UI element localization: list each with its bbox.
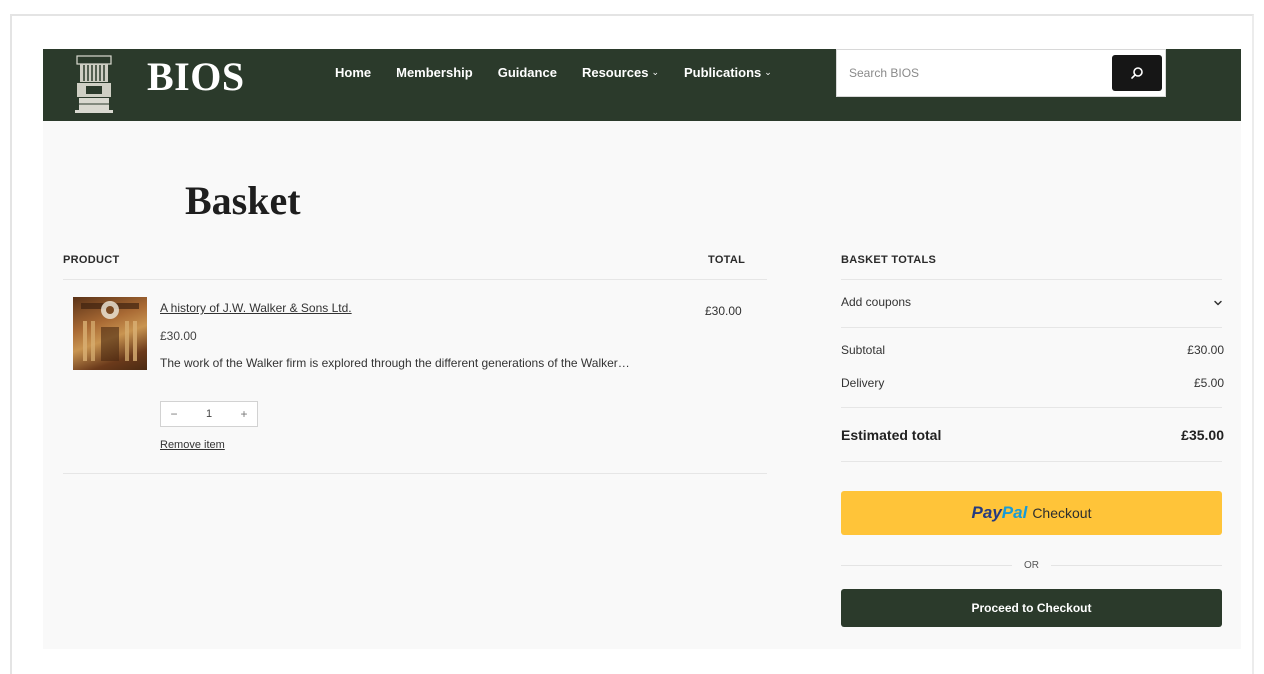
quantity-stepper: − 1 +: [160, 401, 258, 427]
divider: [63, 279, 767, 280]
proceed-to-checkout-button[interactable]: Proceed to Checkout: [841, 589, 1222, 627]
product-name-link[interactable]: A history of J.W. Walker & Sons Ltd.: [160, 301, 352, 315]
nav-membership-label: Membership: [396, 65, 473, 80]
add-coupons-label: Add coupons: [841, 295, 912, 309]
paypal-checkout-label: Checkout: [1032, 505, 1092, 521]
site-header: BIOS Home Membership Guidance Resources …: [43, 49, 1241, 121]
add-coupons-toggle[interactable]: Add coupons: [841, 295, 1224, 309]
quantity-value[interactable]: 1: [187, 408, 231, 420]
search-button[interactable]: [1112, 55, 1162, 91]
quantity-increase-button[interactable]: +: [231, 407, 257, 421]
remove-item-link[interactable]: Remove item: [160, 439, 225, 451]
subtotal-label: Subtotal: [841, 343, 886, 357]
basket-totals-heading: BASKET TOTALS: [841, 254, 937, 266]
brand-name[interactable]: BIOS: [147, 53, 245, 100]
delivery-value: £5.00: [1193, 376, 1224, 390]
chevron-down-icon: ⌄: [651, 67, 659, 77]
divider: [63, 473, 767, 474]
nav-resources[interactable]: Resources ⌄: [582, 65, 659, 80]
nav-guidance[interactable]: Guidance: [498, 65, 557, 80]
or-line-left: [841, 564, 1012, 566]
or-label: OR: [1024, 559, 1039, 571]
product-description: The work of the Walker firm is explored …: [160, 356, 630, 370]
divider: [841, 407, 1222, 408]
main-nav: Home Membership Guidance Resources ⌄ Pub…: [335, 65, 797, 80]
chevron-down-icon: [1214, 300, 1222, 306]
product-price: £30.00: [160, 329, 197, 343]
estimated-total-label: Estimated total: [841, 427, 942, 443]
paypal-logo-pal: Pal: [1001, 503, 1028, 522]
estimated-total-value: £35.00: [1181, 427, 1224, 443]
nav-guidance-label: Guidance: [497, 65, 557, 80]
paypal-logo: PayPal: [972, 503, 1028, 523]
paypal-checkout-button[interactable]: PayPal Checkout: [841, 491, 1222, 535]
chevron-down-icon: ⌄: [764, 67, 772, 77]
or-separator: OR: [841, 557, 1222, 573]
nav-publications-label: Publications: [683, 65, 762, 80]
delivery-label: Delivery: [841, 376, 885, 390]
paypal-logo-pay: Pay: [971, 503, 1002, 522]
search-input[interactable]: [837, 50, 1107, 96]
delivery-row: Delivery £5.00: [841, 376, 1224, 390]
estimated-total-row: Estimated total £35.00: [841, 427, 1224, 443]
page-title: Basket: [185, 178, 301, 223]
subtotal-value: £30.00: [1187, 343, 1224, 357]
nav-publications[interactable]: Publications ⌄: [684, 65, 772, 80]
quantity-decrease-button[interactable]: −: [161, 407, 187, 421]
organ-logo-icon[interactable]: [73, 53, 115, 115]
or-line-right: [1051, 564, 1222, 566]
nav-home[interactable]: Home: [335, 65, 371, 80]
site-page: BIOS Home Membership Guidance Resources …: [43, 49, 1241, 649]
line-total: £30.00: [705, 304, 742, 318]
divider: [841, 327, 1222, 328]
nav-membership[interactable]: Membership: [396, 65, 473, 80]
divider: [841, 461, 1222, 462]
product-thumbnail[interactable]: [73, 297, 147, 370]
column-header-product: PRODUCT: [63, 254, 120, 266]
column-header-total: TOTAL: [708, 254, 746, 266]
subtotal-row: Subtotal £30.00: [841, 343, 1224, 357]
divider: [841, 279, 1222, 280]
nav-home-label: Home: [335, 65, 372, 80]
search-icon: [1131, 67, 1143, 79]
search-box: [836, 49, 1166, 97]
nav-resources-label: Resources: [581, 65, 649, 80]
